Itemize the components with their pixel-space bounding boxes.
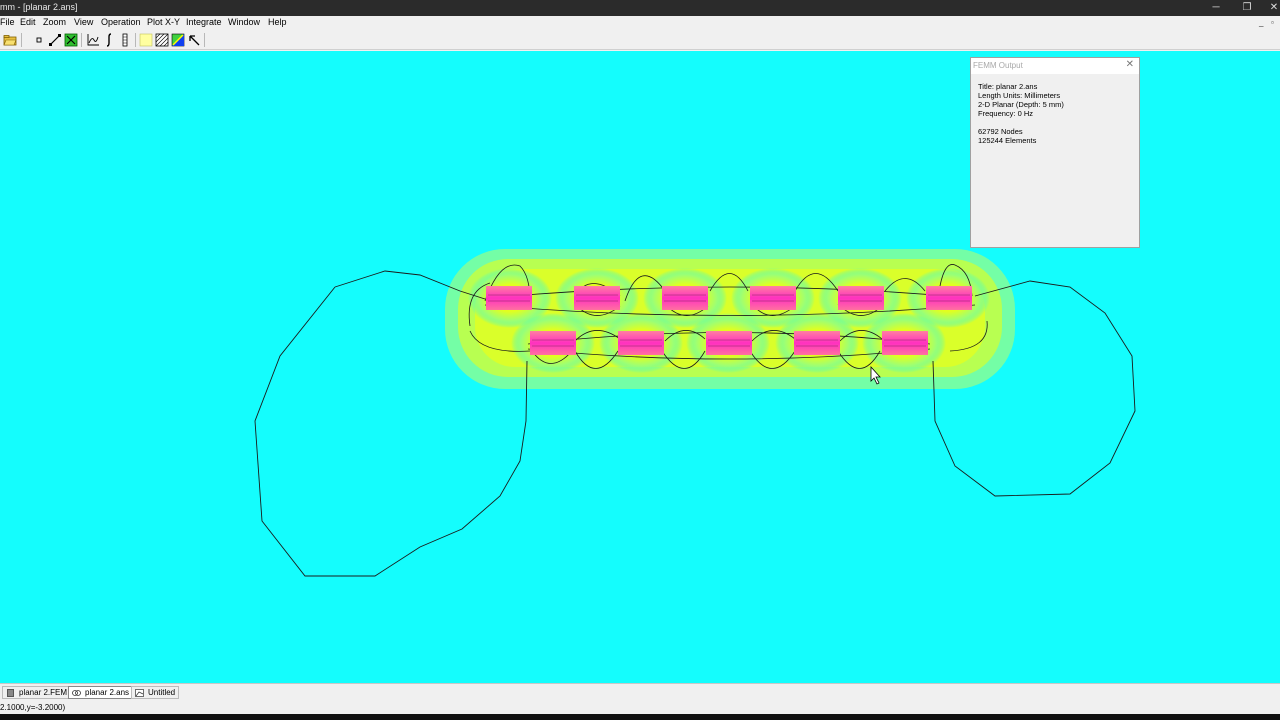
tab-label: Untitled: [148, 688, 176, 697]
output-line-elements: 125244 Elements: [978, 136, 1037, 145]
coil-lower-2: [618, 331, 664, 355]
blank-icon[interactable]: [139, 33, 153, 47]
output-window-caption: FEMM Output ✕: [971, 58, 1139, 74]
output-line-frequency: Frequency: 0 Hz: [978, 109, 1034, 118]
analysis-file-icon: [72, 690, 81, 696]
coil-lower-3: [706, 331, 752, 355]
cursor-coordinates: 2.1000,y=-3.2000): [0, 703, 66, 712]
menu-window[interactable]: Window: [228, 17, 260, 27]
square-icon[interactable]: [64, 33, 78, 47]
hatch-icon[interactable]: [155, 33, 169, 47]
mdi-minimize-button[interactable]: _: [1259, 18, 1263, 27]
bar-icon[interactable]: [118, 33, 132, 47]
point-icon[interactable]: [32, 33, 46, 47]
femm-output-window: FEMM Output ✕ Title: planar 2.ans Length…: [970, 57, 1140, 248]
open-folder-icon[interactable]: [3, 33, 17, 47]
arrow-icon[interactable]: [187, 33, 201, 47]
field-halo: [445, 249, 1015, 389]
menu-plot-xy[interactable]: Plot X-Y: [147, 17, 180, 27]
menu-operation[interactable]: Operation: [101, 17, 141, 27]
status-bar: 2.1000,y=-3.2000): [0, 700, 1280, 714]
toolbar-separator: [81, 33, 82, 47]
menu-view[interactable]: View: [74, 17, 93, 27]
menu-bar: File Edit Zoom View Operation Plot X-Y I…: [0, 16, 1280, 30]
close-icon[interactable]: ✕: [1126, 59, 1134, 70]
toolbar-separator: [204, 33, 205, 47]
mdi-restore-button[interactable]: ▫: [1271, 18, 1274, 27]
tab-label: planar 2.FEM: [19, 688, 68, 697]
minimize-button[interactable]: ─: [1202, 0, 1230, 16]
output-window-text: Title: planar 2.ans Length Units: Millim…: [978, 82, 1064, 145]
close-button[interactable]: ✕: [1260, 0, 1280, 16]
contour-icon[interactable]: [48, 33, 62, 47]
output-window-title: FEMM Output: [973, 61, 1023, 70]
coil-upper-4: [750, 286, 796, 310]
plot-icon[interactable]: [86, 33, 100, 47]
toolbar: [0, 30, 1280, 50]
integral-icon[interactable]: [102, 33, 116, 47]
toolbar-separator: [135, 33, 136, 47]
density-icon[interactable]: [171, 33, 185, 47]
output-line-units: Length Units: Millimeters: [978, 91, 1061, 100]
menu-edit[interactable]: Edit: [20, 17, 36, 27]
toolbar-separator: [21, 33, 22, 47]
coil-upper-3: [662, 286, 708, 310]
restore-button[interactable]: ❐: [1233, 0, 1261, 16]
document-tab-bar: planar 2.FEM planar 2.ans Untitled: [0, 683, 1280, 700]
menu-zoom[interactable]: Zoom: [43, 17, 66, 27]
coil-upper-5: [838, 286, 884, 310]
coil-lower-4: [794, 331, 840, 355]
title-bar: mm - [planar 2.ans] ─ ❐ ✕: [0, 0, 1280, 16]
taskbar: [0, 714, 1280, 720]
output-line-blank: [978, 118, 1064, 127]
coil-upper-6: [926, 286, 972, 310]
coil-upper-1: [486, 286, 532, 310]
menu-file[interactable]: File: [0, 17, 15, 27]
window-title: mm - [planar 2.ans]: [0, 2, 78, 12]
menu-help[interactable]: Help: [268, 17, 287, 27]
tab-untitled[interactable]: Untitled: [131, 686, 180, 699]
output-line-nodes: 62792 Nodes: [978, 127, 1023, 136]
output-line-planar: 2-D Planar (Depth: 5 mm): [978, 100, 1064, 109]
menu-integrate[interactable]: Integrate: [186, 17, 222, 27]
fem-file-icon: [7, 689, 14, 697]
coil-lower-1: [530, 331, 576, 355]
untitled-icon: [135, 689, 144, 697]
tab-planar-2-ans[interactable]: planar 2.ans: [68, 686, 134, 699]
tab-planar-2-fem[interactable]: planar 2.FEM: [2, 686, 72, 699]
coil-lower-5: [882, 331, 928, 355]
tab-label: planar 2.ans: [85, 688, 130, 697]
output-line-title: Title: planar 2.ans: [978, 82, 1038, 91]
coil-upper-2: [574, 286, 620, 310]
